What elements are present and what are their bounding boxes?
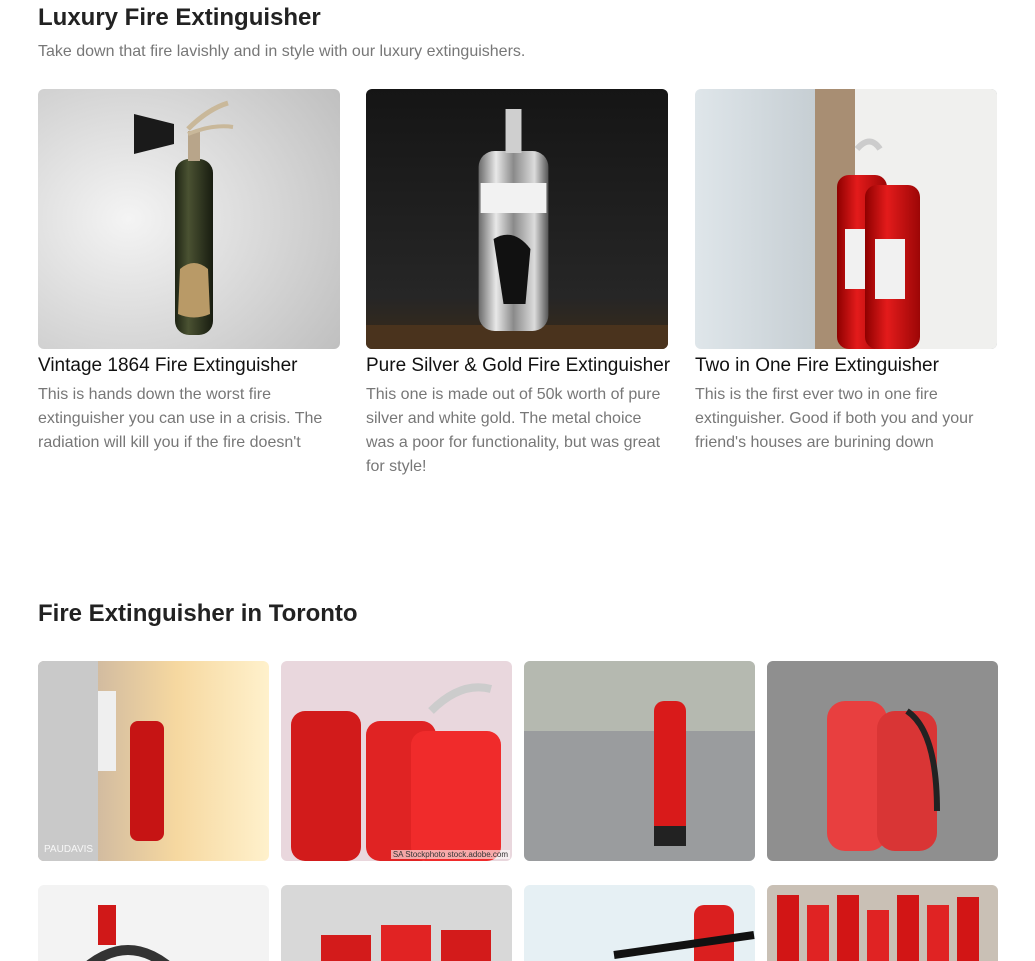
product-card-two-in-one[interactable]: Two in One Fire Extinguisher This is the… [695,89,997,455]
toronto-section-title: Fire Extinguisher in Toronto [38,600,358,627]
luxury-section-subtitle: Take down that fire lavishly and in styl… [38,43,526,60]
product-title[interactable]: Vintage 1864 Fire Extinguisher [38,355,340,377]
product-description: This one is made out of 50k worth of pur… [366,386,661,475]
product-card-silver-gold[interactable]: Pure Silver & Gold Fire Extinguisher Thi… [366,89,670,479]
gallery-image[interactable] [524,661,755,861]
watermark-text: PAUDAVIS [44,844,94,855]
product-description: This is the first ever two in one fire e… [695,386,974,451]
gallery-image[interactable]: PAUDAVIS [38,661,269,861]
watermark-text: SA Stockphoto stock.adobe.com [390,850,510,859]
product-title[interactable]: Pure Silver & Gold Fire Extinguisher [366,355,670,377]
vintage-extinguisher-image[interactable] [38,89,340,349]
gallery-image[interactable] [281,885,512,961]
product-title[interactable]: Two in One Fire Extinguisher [695,355,997,377]
gallery-image[interactable]: SA Stockphoto stock.adobe.com [281,661,512,861]
gallery-image[interactable] [767,661,998,861]
product-card-vintage[interactable]: Vintage 1864 Fire Extinguisher This is h… [38,89,340,455]
gallery-image[interactable] [38,885,269,961]
product-description: This is hands down the worst fire exting… [38,386,323,451]
luxury-section-title: Luxury Fire Extinguisher [38,4,321,31]
silver-extinguisher-image[interactable] [366,89,668,349]
gallery-image[interactable] [524,885,755,961]
two-in-one-extinguisher-image[interactable] [695,89,997,349]
gallery-image[interactable] [767,885,998,961]
